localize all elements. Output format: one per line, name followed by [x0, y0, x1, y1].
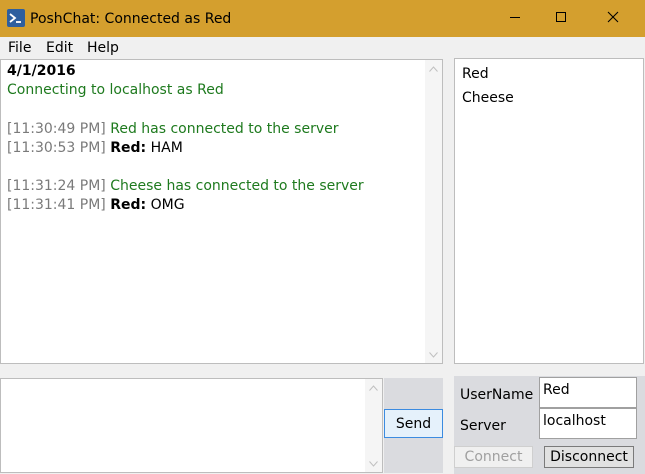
message-text: Red has connected to the server [110, 121, 339, 137]
message-timestamp: [11:30:49 PM] [7, 121, 106, 137]
chat-message: [11:30:49 PM] Red has connected to the s… [7, 120, 339, 138]
chat-message: [11:31:24 PM] Cheese has connected to th… [7, 177, 364, 195]
username-label: UserName [460, 387, 534, 403]
chat-date: 4/1/2016 [7, 63, 76, 79]
message-sender: Red: [110, 140, 147, 156]
chevron-up-icon [429, 61, 438, 76]
minimize-button[interactable] [492, 0, 538, 37]
message-text: Cheese has connected to the server [110, 178, 364, 194]
menu-file[interactable]: File [8, 40, 31, 56]
title-bar[interactable]: PoshChat: Connected as Red [0, 0, 645, 37]
close-icon [607, 11, 619, 27]
user-list[interactable]: Red Cheese [454, 58, 644, 364]
app-window: PoshChat: Connected as Red File Edit Hel… [0, 0, 645, 474]
message-sender: Red: [110, 197, 147, 213]
server-label: Server [460, 418, 506, 434]
user-list-item[interactable]: Red [462, 65, 489, 83]
maximize-button[interactable] [538, 0, 584, 37]
message-input[interactable] [0, 378, 383, 473]
message-timestamp: [11:30:53 PM] [7, 140, 106, 156]
send-panel: Send [384, 378, 443, 473]
user-list-item[interactable]: Cheese [462, 89, 514, 107]
server-field[interactable]: localhost [539, 408, 637, 439]
message-text: HAM [150, 140, 183, 156]
menu-bar: File Edit Help [0, 37, 645, 59]
scroll-down-button[interactable] [425, 346, 442, 363]
username-field[interactable]: Red [539, 377, 637, 408]
chevron-down-icon [369, 456, 378, 471]
close-button[interactable] [590, 0, 636, 37]
powershell-icon [7, 9, 25, 27]
disconnect-button[interactable]: Disconnect [544, 446, 634, 468]
chevron-down-icon [429, 347, 438, 362]
chat-scrollbar[interactable] [425, 60, 442, 363]
maximize-icon [555, 11, 567, 27]
send-button[interactable]: Send [384, 409, 443, 438]
chat-message: [11:30:53 PM] Red: HAM [7, 139, 183, 157]
menu-edit[interactable]: Edit [46, 40, 73, 56]
scroll-down-button[interactable] [365, 455, 382, 472]
scroll-up-button[interactable] [425, 60, 442, 77]
menu-help[interactable]: Help [87, 40, 119, 56]
chat-history[interactable]: 4/1/2016 Connecting to localhost as Red … [0, 59, 443, 364]
message-text: OMG [150, 197, 185, 213]
connection-status: Connecting to localhost as Red [7, 82, 224, 98]
message-timestamp: [11:31:24 PM] [7, 178, 106, 194]
chat-message: [11:31:41 PM] Red: OMG [7, 196, 185, 214]
scroll-up-button[interactable] [365, 379, 382, 396]
minimize-icon [509, 11, 521, 27]
message-timestamp: [11:31:41 PM] [7, 197, 106, 213]
chevron-up-icon [369, 380, 378, 395]
window-title: PoshChat: Connected as Red [30, 11, 232, 27]
connect-button[interactable]: Connect [454, 446, 533, 468]
input-scrollbar[interactable] [365, 379, 382, 472]
